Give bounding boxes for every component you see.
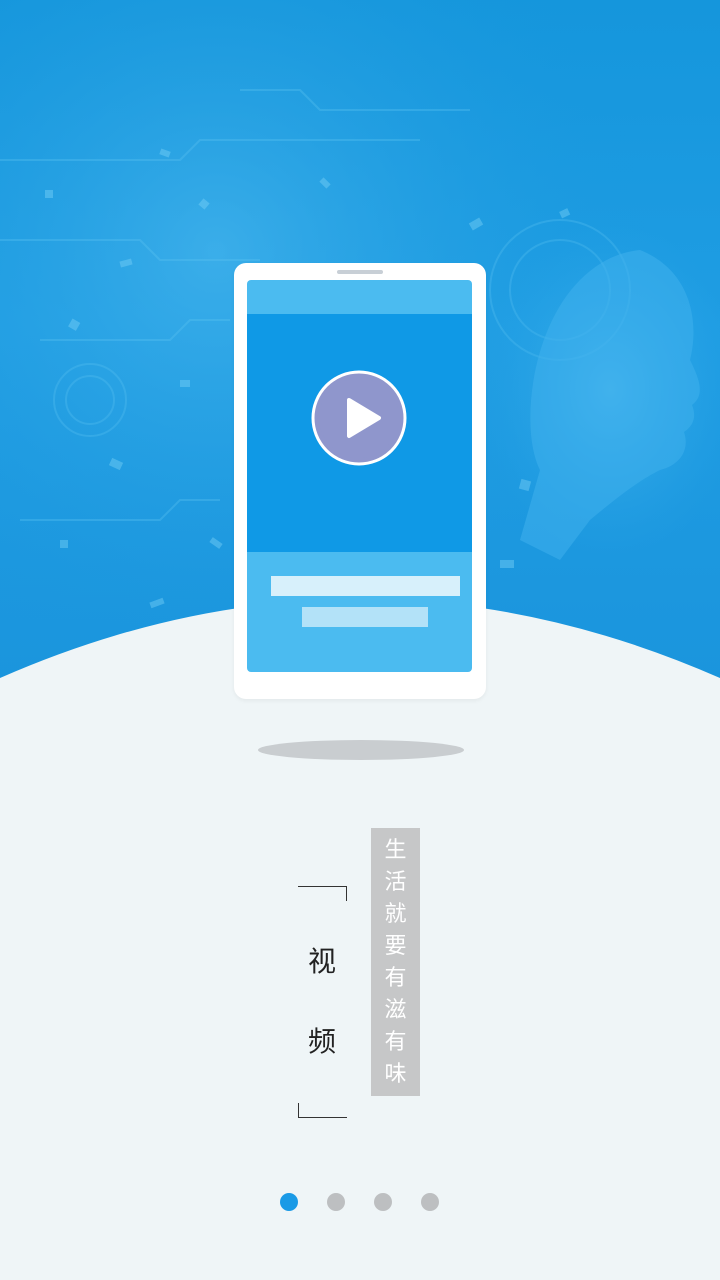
screen-placeholder-line — [271, 576, 460, 596]
slogan-char: 活 — [384, 870, 407, 895]
bracket-decoration — [298, 1103, 347, 1118]
title-char: 频 — [307, 1025, 336, 1058]
video-area — [247, 314, 472, 552]
phone-shadow — [258, 740, 464, 760]
page-dot-4[interactable] — [421, 1193, 439, 1211]
title-char: 视 — [307, 945, 336, 978]
slogan-banner: 生 活 就 要 有 滋 有 味 — [371, 828, 420, 1096]
bracket-decoration — [298, 886, 347, 901]
slogan-char: 有 — [384, 966, 407, 991]
page-dot-2[interactable] — [327, 1193, 345, 1211]
play-icon — [311, 370, 407, 466]
phone-screen — [247, 280, 472, 672]
phone-illustration — [234, 263, 486, 699]
slogan-char: 生 — [384, 838, 407, 863]
phone-speaker — [337, 270, 383, 274]
slogan-char: 要 — [384, 934, 407, 959]
page-title: 视 频 — [298, 886, 350, 1118]
slogan-char: 有 — [384, 1030, 407, 1055]
page-indicator — [280, 1193, 440, 1211]
screen-placeholder-line — [302, 607, 428, 627]
slogan-char: 味 — [384, 1062, 407, 1087]
slogan-char: 滋 — [384, 998, 407, 1023]
slogan-char: 就 — [384, 902, 407, 927]
page-dot-3[interactable] — [374, 1193, 392, 1211]
page-dot-1[interactable] — [280, 1193, 298, 1211]
